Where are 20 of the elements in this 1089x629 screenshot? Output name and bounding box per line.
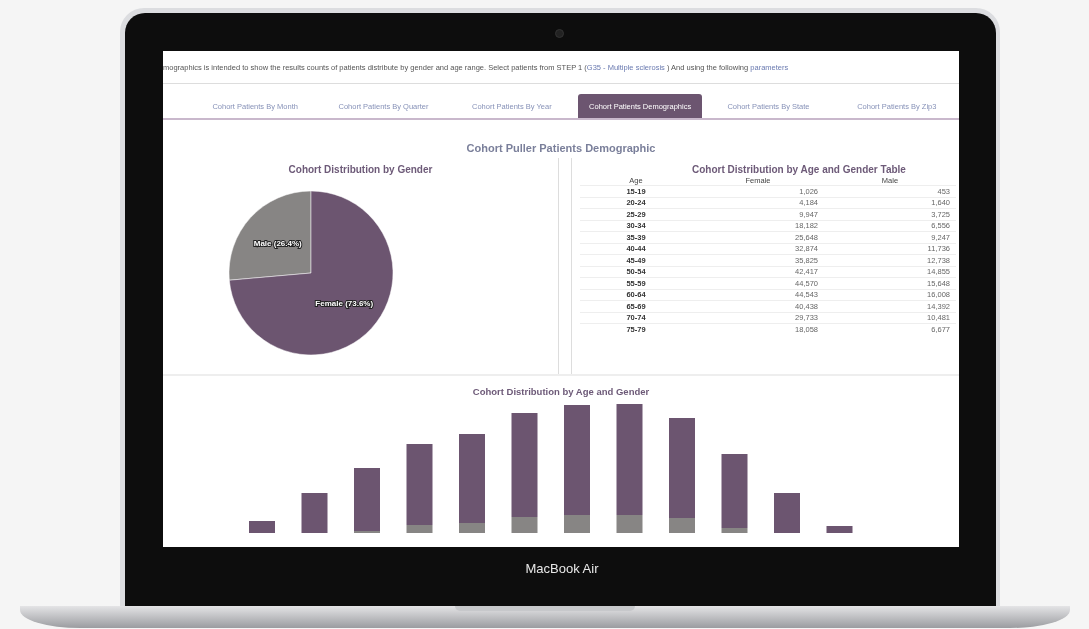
male-bar	[616, 515, 643, 533]
slice-label: Female (73.6%)	[314, 299, 373, 309]
male-bar	[669, 518, 695, 533]
male-bar	[511, 517, 538, 533]
slice-label: Male (26.4%)	[253, 238, 302, 248]
male-bar	[564, 515, 590, 533]
female-bar	[826, 526, 853, 533]
male-bar	[459, 523, 485, 533]
page-title: Cohort Puller Patients Demographic	[465, 141, 657, 156]
device-label: MacBook Air	[524, 560, 600, 576]
female-bar	[301, 493, 328, 533]
male-bar	[721, 528, 748, 533]
camera-icon	[555, 29, 564, 38]
chart-title: Cohort Distribution by Gender	[288, 163, 433, 175]
male-bar	[406, 525, 433, 533]
table-title: Cohort Distribution by Age and Gender Table	[691, 163, 907, 175]
chart-title: Cohort Distribution by Age and Gender	[471, 385, 651, 397]
female-bar	[354, 468, 380, 531]
female-bar	[249, 521, 275, 533]
female-bar	[774, 493, 800, 533]
